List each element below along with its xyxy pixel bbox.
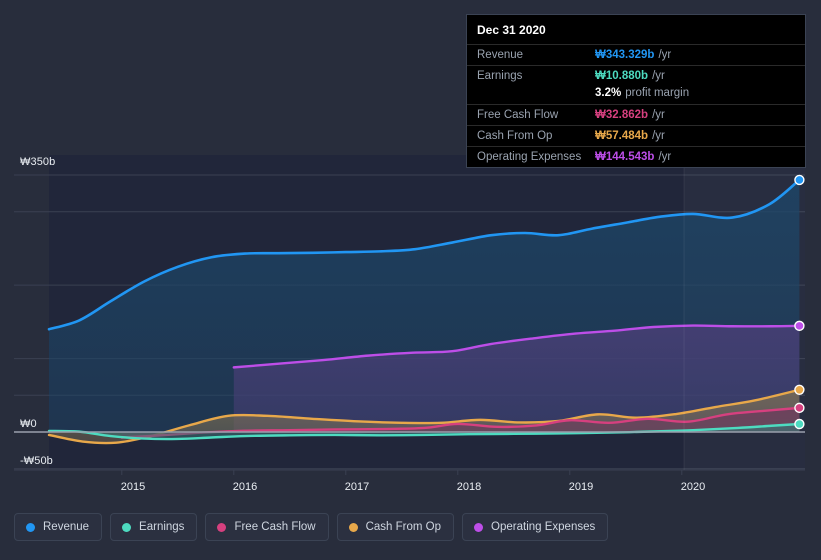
tooltip-value-earnings: ₩10.880b: [595, 70, 649, 82]
tooltip-unit-cash-from-op: /yr: [652, 130, 665, 142]
x-axis-label-2019: 2019: [568, 481, 594, 493]
legend-label-revenue: Revenue: [43, 521, 90, 533]
tooltip-row-revenue: Revenue ₩343.329b /yr: [467, 44, 805, 65]
y-axis-label-top: ₩350b: [20, 156, 56, 168]
tooltip-row-operating-expenses: Operating Expenses ₩144.543b /yr: [467, 146, 805, 167]
series-end-marker: [794, 320, 805, 332]
series-end-marker: [794, 402, 805, 414]
legend-dot-free-cash-flow-icon: [217, 522, 227, 532]
x-axis-label-2016: 2016: [232, 481, 258, 493]
series-end-marker: [794, 174, 805, 186]
legend-dot-earnings-icon: [122, 522, 132, 532]
tooltip-row-free-cash-flow: Free Cash Flow ₩32.862b /yr: [467, 104, 805, 125]
legend-label-cash-from-op: Cash From Op: [365, 521, 442, 533]
tooltip-value-operating-expenses: ₩144.543b: [595, 151, 655, 163]
tooltip-unit-earnings: /yr: [652, 70, 665, 82]
legend-item-operating-expenses[interactable]: Operating Expenses: [462, 513, 609, 541]
tooltip-date: Dec 31 2020: [477, 23, 546, 37]
tooltip-unit-free-cash-flow: /yr: [652, 109, 665, 121]
legend-item-free-cash-flow[interactable]: Free Cash Flow: [205, 513, 329, 541]
tooltip-label-free-cash-flow: Free Cash Flow: [477, 109, 559, 121]
legend-dot-revenue-icon: [26, 522, 35, 532]
tooltip-value-free-cash-flow: ₩32.862b: [595, 109, 649, 121]
x-axis-label-2018: 2018: [456, 481, 482, 493]
x-axis-label-2020: 2020: [680, 481, 706, 493]
tooltip-unit-operating-expenses: /yr: [658, 151, 672, 163]
stock-financials-chart-widget: ₩350b ₩0 -₩50b 2015 2016 2017 2018 2019 …: [0, 0, 821, 560]
tooltip-row-earnings: Earnings ₩10.880b /yr: [467, 65, 805, 86]
tooltip-text-profit-margin: profit margin: [625, 87, 690, 99]
tooltip-label-revenue: Revenue: [477, 49, 524, 61]
legend-item-earnings[interactable]: Earnings: [110, 513, 198, 541]
chart-legend: Revenue Earnings Free Cash Flow Cash Fro…: [14, 513, 609, 541]
legend-dot-cash-from-op-icon: [348, 522, 358, 532]
y-axis-label-bottom: -₩50b: [20, 455, 53, 467]
x-axis-label-2015: 2015: [120, 481, 146, 493]
tooltip-unit-revenue: /yr: [658, 49, 672, 61]
series-end-marker: [794, 384, 805, 395]
x-axis-label-2017: 2017: [344, 481, 370, 493]
legend-dot-operating-expenses-icon: [474, 522, 484, 532]
tooltip-row-cash-from-op: Cash From Op ₩57.484b /yr: [467, 125, 805, 146]
legend-label-free-cash-flow: Free Cash Flow: [234, 521, 316, 533]
legend-label-earnings: Earnings: [139, 521, 185, 533]
legend-item-revenue[interactable]: Revenue: [14, 513, 103, 541]
tooltip-value-cash-from-op: ₩57.484b: [595, 130, 649, 142]
tooltip-value-revenue: ₩343.329b: [595, 49, 655, 61]
y-axis-label-zero: ₩0: [20, 418, 37, 430]
series-end-marker: [794, 418, 805, 430]
tooltip-label-operating-expenses: Operating Expenses: [477, 151, 582, 163]
tooltip-value-profit-margin: 3.2%: [595, 87, 622, 99]
legend-item-cash-from-op[interactable]: Cash From Op: [336, 513, 455, 541]
chart-tooltip: Dec 31 2020 Revenue ₩343.329b /yr Earnin…: [466, 14, 806, 168]
tooltip-row-profit-margin: 3.2% profit margin: [467, 86, 805, 104]
legend-label-operating-expenses: Operating Expenses: [491, 521, 596, 533]
tooltip-label-earnings: Earnings: [477, 70, 523, 82]
tooltip-label-cash-from-op: Cash From Op: [477, 130, 553, 142]
